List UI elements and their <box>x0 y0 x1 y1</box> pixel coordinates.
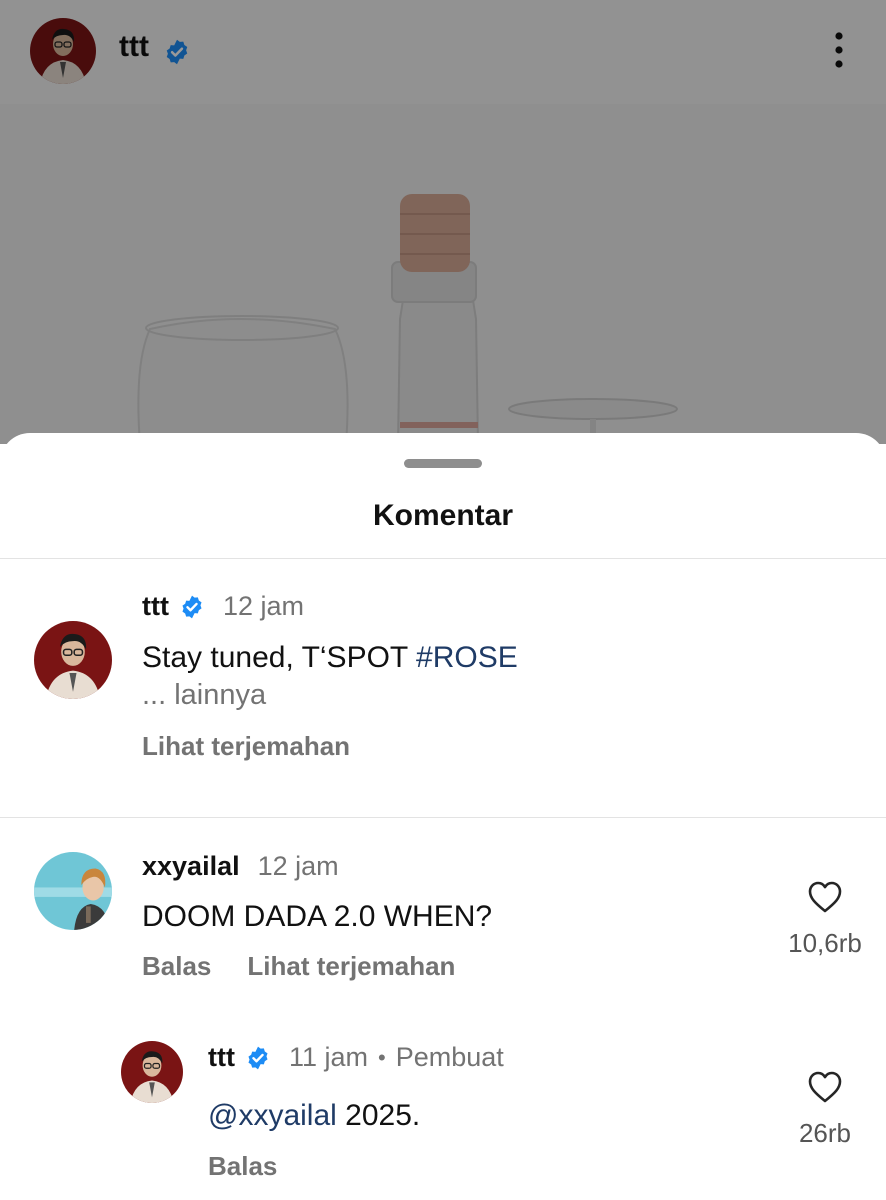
comment-username[interactable]: xxyailal <box>142 851 240 882</box>
caption-meta: ttt 12 jam <box>142 591 304 622</box>
drag-handle[interactable] <box>404 459 482 468</box>
reply-text-body: 2025. <box>336 1099 421 1132</box>
heart-icon[interactable] <box>807 880 843 914</box>
post-author-avatar[interactable] <box>30 18 96 84</box>
meta-separator: • <box>378 1044 386 1070</box>
comment-text: DOOM DADA 2.0 WHEN? <box>142 900 493 933</box>
commenter-avatar[interactable] <box>34 852 112 930</box>
reply-actions: Balas <box>208 1151 277 1182</box>
more-options-icon[interactable] <box>824 28 854 72</box>
heart-icon[interactable] <box>807 1070 843 1104</box>
reply-mention[interactable]: @xxyailal <box>208 1099 337 1132</box>
creator-label: Pembuat <box>395 1042 504 1072</box>
comment-item: xxyailal 12 jam DOOM DADA 2.0 WHEN? Bala… <box>0 818 886 1003</box>
post-author-username[interactable]: ttt <box>119 30 149 64</box>
post-header: ttt <box>0 0 886 104</box>
like-control: 10,6rb <box>780 880 870 959</box>
reply-button[interactable]: Balas <box>142 951 211 982</box>
translate-button[interactable]: Lihat terjemahan <box>247 951 455 982</box>
like-control: 26rb <box>780 1070 870 1149</box>
reply-time: 11 jam <box>288 1042 369 1072</box>
reply-username[interactable]: ttt <box>208 1042 235 1073</box>
reply-author-avatar[interactable] <box>121 1041 183 1103</box>
verified-badge-icon <box>182 595 202 618</box>
verified-badge-icon <box>248 1046 268 1069</box>
sheet-title: Komentar <box>372 499 514 532</box>
reply-text: @xxyailal 2025. <box>208 1099 420 1133</box>
comment-meta: xxyailal 12 jam <box>142 851 339 882</box>
reply-meta: ttt 11 jam • Pembuat <box>208 1042 504 1073</box>
comment-time: 12 jam <box>257 851 339 881</box>
like-count: 26rb <box>798 1118 852 1148</box>
like-count: 10,6rb <box>788 928 862 958</box>
comments-sheet: Komentar ttt 12 jam Stay tuned, T‘SPOT #… <box>0 433 886 1200</box>
caption-time: 12 jam <box>222 591 305 621</box>
caption-author-avatar[interactable] <box>34 621 112 699</box>
post-image[interactable] <box>0 104 886 444</box>
caption-text-body: Stay tuned, T‘SPOT <box>142 641 417 674</box>
caption-block: ttt 12 jam Stay tuned, T‘SPOT #ROSE ... … <box>0 559 886 817</box>
caption-more-link[interactable]: ... lainnya <box>142 679 266 712</box>
caption-hashtag[interactable]: #ROSE <box>416 641 518 674</box>
caption-actions: Lihat terjemahan <box>142 731 350 762</box>
screen: ttt Komentar ttt 12 jam Stay tuned, T‘SP… <box>0 0 886 1200</box>
caption-translate-button[interactable]: Lihat terjemahan <box>142 731 350 762</box>
reply-item: ttt 11 jam • Pembuat @xxyailal 2025. Bal… <box>0 1018 886 1200</box>
verified-badge-icon <box>166 39 188 65</box>
reply-button[interactable]: Balas <box>208 1151 277 1182</box>
caption-username[interactable]: ttt <box>142 591 169 622</box>
comment-actions: Balas Lihat terjemahan <box>142 951 455 982</box>
caption-text: Stay tuned, T‘SPOT #ROSE <box>142 641 518 675</box>
